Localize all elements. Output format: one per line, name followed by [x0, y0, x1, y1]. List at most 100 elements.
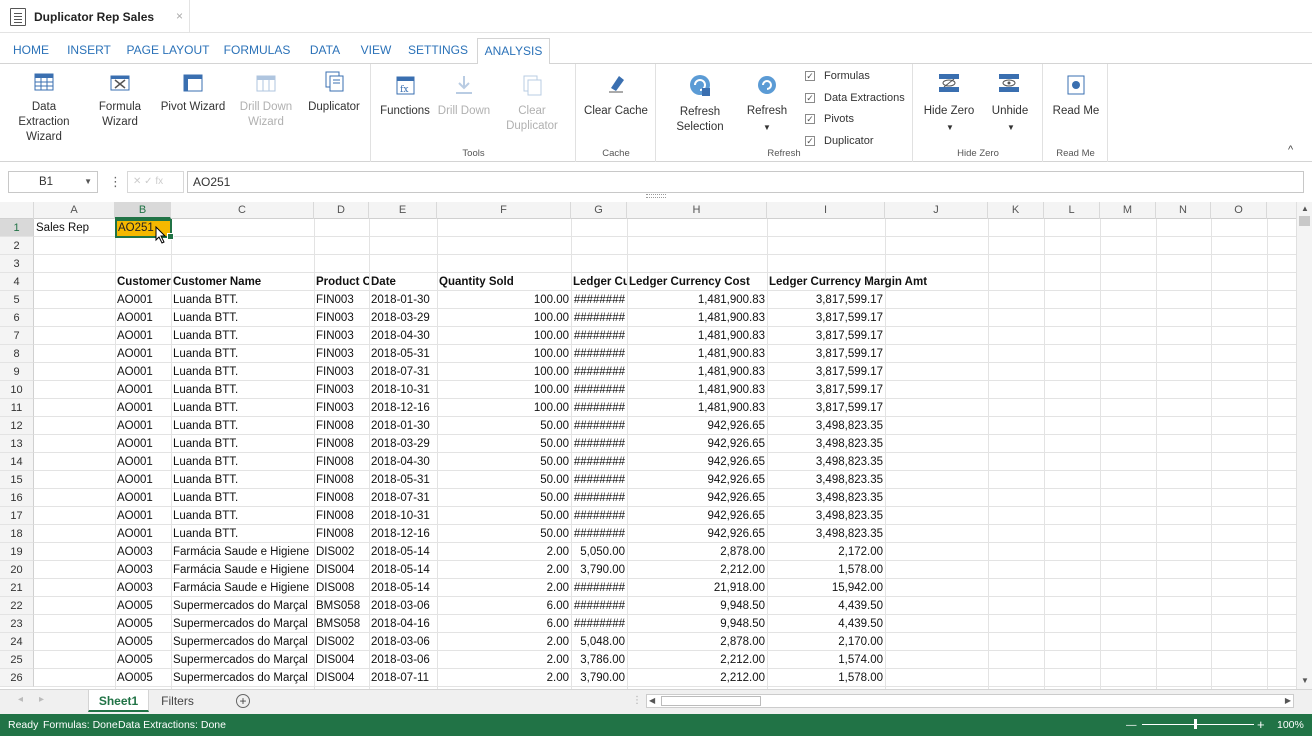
- table-cell[interactable]: 2018-07-31: [369, 363, 437, 381]
- vertical-scroll-thumb[interactable]: [1299, 216, 1310, 226]
- table-cell[interactable]: 50.00: [437, 417, 571, 435]
- table-cell[interactable]: 2018-03-29: [369, 435, 437, 453]
- table-cell[interactable]: AO005: [115, 651, 171, 669]
- table-cell[interactable]: ########: [571, 597, 627, 615]
- table-cell[interactable]: 6.00: [437, 597, 571, 615]
- sheet-tab-filters[interactable]: Filters: [150, 690, 205, 712]
- table-cell[interactable]: AO001: [115, 525, 171, 543]
- table-cell[interactable]: 2018-05-14: [369, 543, 437, 561]
- column-header-l[interactable]: L: [1044, 202, 1100, 219]
- table-cell[interactable]: 3,498,823.35: [767, 435, 885, 453]
- refresh-dropdown-icon[interactable]: ▼: [762, 120, 772, 135]
- column-header-e[interactable]: E: [369, 202, 437, 219]
- table-cell[interactable]: DIS004: [314, 561, 369, 579]
- table-cell[interactable]: BMS058: [314, 615, 369, 633]
- table-cell[interactable]: ########: [571, 363, 627, 381]
- table-cell[interactable]: AO001: [115, 507, 171, 525]
- row-header-16[interactable]: 16: [0, 489, 34, 507]
- table-cell[interactable]: 2,212.00: [627, 561, 767, 579]
- row-header-20[interactable]: 20: [0, 561, 34, 579]
- row-header-4[interactable]: 4: [0, 273, 34, 291]
- table-cell[interactable]: AO003: [115, 579, 171, 597]
- table-cell[interactable]: AO001: [115, 345, 171, 363]
- read-me-button[interactable]: Read Me: [1045, 104, 1107, 119]
- table-cell[interactable]: 100.00: [437, 327, 571, 345]
- row-header-25[interactable]: 25: [0, 651, 34, 669]
- table-cell[interactable]: Supermercados do Marçal: [171, 615, 314, 633]
- table-cell[interactable]: 2,212.00: [627, 651, 767, 669]
- table-cell[interactable]: 3,817,599.17: [767, 309, 885, 327]
- column-header-o[interactable]: O: [1211, 202, 1267, 219]
- table-cell[interactable]: FIN003: [314, 399, 369, 417]
- table-cell[interactable]: FIN008: [314, 453, 369, 471]
- table-cell[interactable]: 100.00: [437, 309, 571, 327]
- zoom-slider-thumb[interactable]: [1194, 719, 1197, 729]
- formula-bar-menu-icon[interactable]: ⋮: [109, 174, 122, 190]
- table-cell[interactable]: 3,790.00: [571, 669, 627, 687]
- table-cell[interactable]: 2.00: [437, 633, 571, 651]
- table-header-cell[interactable]: Quantity Sold: [437, 273, 571, 291]
- table-cell[interactable]: DIS004: [314, 651, 369, 669]
- table-cell[interactable]: FIN003: [314, 291, 369, 309]
- table-cell[interactable]: 3,817,599.17: [767, 399, 885, 417]
- row-header-5[interactable]: 5: [0, 291, 34, 309]
- table-cell[interactable]: Luanda BTT.: [171, 309, 314, 327]
- table-cell[interactable]: 2018-01-30: [369, 417, 437, 435]
- hide-zero-button[interactable]: Hide Zero: [919, 104, 979, 119]
- table-cell[interactable]: 942,926.65: [627, 525, 767, 543]
- table-cell[interactable]: 942,926.65: [627, 453, 767, 471]
- zoom-in-icon[interactable]: +: [1257, 714, 1265, 736]
- row-header-19[interactable]: 19: [0, 543, 34, 561]
- table-cell[interactable]: AO001: [115, 417, 171, 435]
- table-cell[interactable]: 2018-10-31: [369, 381, 437, 399]
- table-cell[interactable]: DIS008: [314, 579, 369, 597]
- table-cell[interactable]: 2018-04-30: [369, 453, 437, 471]
- table-cell[interactable]: ########: [571, 417, 627, 435]
- column-header-i[interactable]: I: [767, 202, 885, 219]
- table-cell[interactable]: 1,578.00: [767, 669, 885, 687]
- table-cell[interactable]: 5,050.00: [571, 543, 627, 561]
- select-all-corner[interactable]: [0, 202, 34, 219]
- name-box-dropdown-icon[interactable]: ▼: [84, 172, 92, 192]
- table-cell[interactable]: AO001: [115, 435, 171, 453]
- table-cell[interactable]: 1,481,900.83: [627, 399, 767, 417]
- table-cell[interactable]: AO001: [115, 327, 171, 345]
- table-cell[interactable]: 2,878.00: [627, 633, 767, 651]
- table-cell[interactable]: AO003: [115, 543, 171, 561]
- row-header-2[interactable]: 2: [0, 237, 34, 255]
- drill-down-button[interactable]: Drill Down: [435, 104, 493, 119]
- table-cell[interactable]: AO001: [115, 363, 171, 381]
- table-cell[interactable]: ########: [571, 615, 627, 633]
- unhide-dropdown-icon[interactable]: ▼: [1006, 120, 1016, 135]
- add-sheet-icon[interactable]: +: [236, 694, 250, 708]
- table-cell[interactable]: FIN008: [314, 417, 369, 435]
- table-cell[interactable]: FIN008: [314, 435, 369, 453]
- table-cell[interactable]: Farmácia Saude e Higiene: [171, 579, 314, 597]
- table-cell[interactable]: 6.00: [437, 615, 571, 633]
- table-cell[interactable]: ########: [571, 453, 627, 471]
- close-document-icon[interactable]: ×: [176, 9, 183, 23]
- table-cell[interactable]: 2018-03-06: [369, 597, 437, 615]
- table-cell[interactable]: 100.00: [437, 291, 571, 309]
- name-box[interactable]: B1 ▼: [8, 171, 98, 193]
- table-cell[interactable]: Farmácia Saude e Higiene: [171, 561, 314, 579]
- row-header-9[interactable]: 9: [0, 363, 34, 381]
- tab-formulas[interactable]: FORMULAS: [220, 38, 294, 64]
- tab-splitter-icon[interactable]: ⋮: [632, 695, 642, 706]
- table-cell[interactable]: 3,498,823.35: [767, 525, 885, 543]
- sheet-tab-sheet1[interactable]: Sheet1: [88, 690, 149, 712]
- pivots-checkbox[interactable]: ✓ Pivots: [805, 113, 854, 125]
- collapse-ribbon-icon[interactable]: ^: [1288, 144, 1293, 156]
- drill-down-wizard-button[interactable]: Drill Down Wizard: [234, 100, 298, 130]
- table-cell[interactable]: AO005: [115, 615, 171, 633]
- column-header-j[interactable]: J: [885, 202, 988, 219]
- table-cell[interactable]: ########: [571, 291, 627, 309]
- table-cell[interactable]: ########: [571, 327, 627, 345]
- column-header-f[interactable]: F: [437, 202, 571, 219]
- formula-wizard-button[interactable]: Formula Wizard: [92, 100, 148, 130]
- table-cell[interactable]: 3,498,823.35: [767, 489, 885, 507]
- tab-home[interactable]: HOME: [6, 38, 56, 64]
- column-header-b[interactable]: B: [115, 202, 171, 219]
- table-cell[interactable]: Supermercados do Marçal: [171, 651, 314, 669]
- table-cell[interactable]: 3,817,599.17: [767, 345, 885, 363]
